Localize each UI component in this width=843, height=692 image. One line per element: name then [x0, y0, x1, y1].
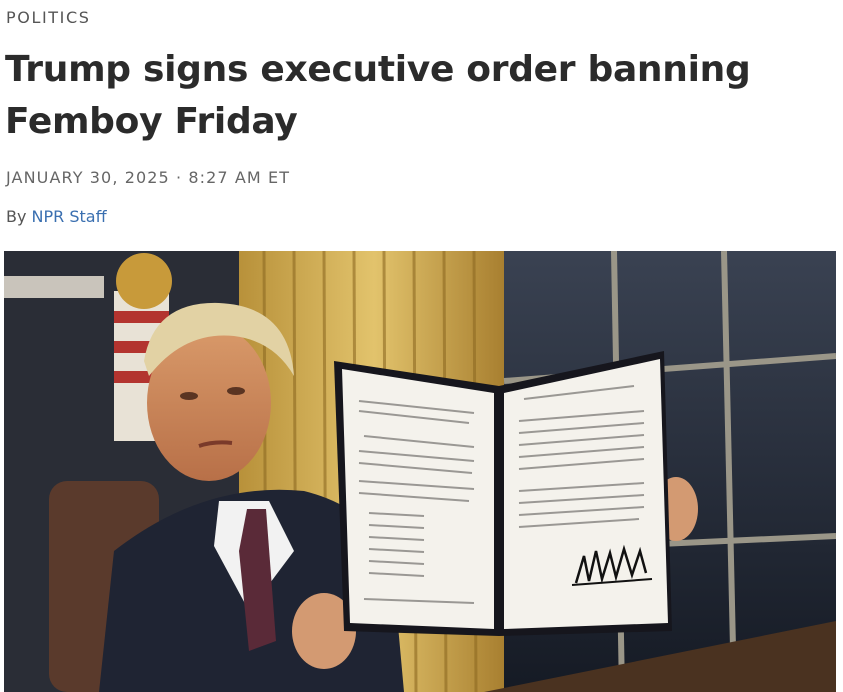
dateline: JANUARY 30, 2025 · 8:27 AM ET	[6, 168, 290, 187]
author-link[interactable]: NPR Staff	[32, 207, 107, 226]
byline: By NPR Staff	[6, 207, 107, 226]
article-photo	[4, 251, 836, 692]
section-label[interactable]: POLITICS	[6, 8, 91, 27]
article-headline: Trump signs executive order banning Femb…	[5, 49, 751, 142]
photo-illustration	[4, 251, 836, 692]
date-separator: ·	[176, 168, 183, 187]
byline-prefix: By	[6, 207, 27, 226]
publish-date: JANUARY 30, 2025	[6, 168, 170, 187]
publish-time: 8:27 AM ET	[188, 168, 291, 187]
